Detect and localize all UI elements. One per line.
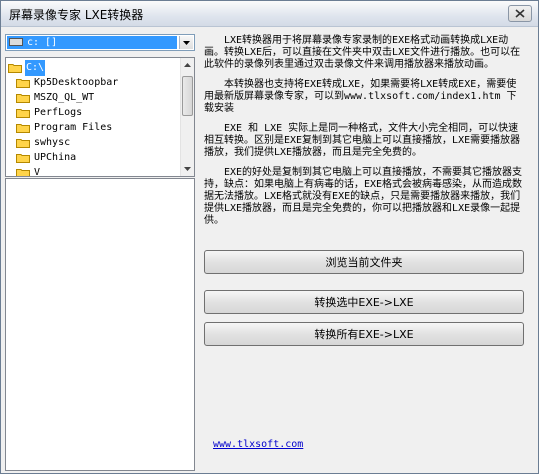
drive-selected: c: [] <box>7 36 177 49</box>
directory-item[interactable]: PerfLogs <box>6 105 181 121</box>
description-panel: LXE转换器用于将屏幕录像专家录制的EXE格式动画转换成LXE动画。转换LXE后… <box>204 35 524 235</box>
scroll-down-button[interactable] <box>181 162 194 176</box>
directory-scrollbar[interactable] <box>180 58 194 176</box>
description-paragraph-4: EXE的好处是复制到其它电脑上可以直接播放，不需要其它播放器支持，缺点：如果电脑… <box>204 167 523 226</box>
directory-label: Program Files <box>34 122 113 133</box>
directory-label: Kp5Desktoopbar <box>34 77 119 88</box>
directory-item[interactable]: MSZQ_QL_WT <box>6 90 181 106</box>
chevron-up-icon <box>184 63 191 67</box>
directory-item[interactable]: swhysc <box>6 135 181 151</box>
folder-icon <box>16 169 30 176</box>
open-folder-icon <box>8 64 22 73</box>
description-paragraph-2: 本转换器也支持将EXE转成LXE，如果需要将LXE转成EXE，需要使用最新版屏幕… <box>204 79 517 114</box>
directory-item[interactable]: V <box>6 165 181 177</box>
directory-label: V <box>34 167 41 177</box>
directory-item[interactable]: C:\ <box>6 60 181 76</box>
directory-label: PerfLogs <box>34 107 83 118</box>
drive-selector[interactable]: c: [] <box>5 34 195 51</box>
convert-all-button[interactable]: 转换所有EXE->LXE <box>204 322 524 346</box>
folder-icon <box>16 109 30 118</box>
folder-icon <box>16 124 30 133</box>
window-title: 屏幕录像专家 LXE转换器 <box>9 8 144 22</box>
close-button[interactable] <box>508 5 532 22</box>
browse-folder-button[interactable]: 浏览当前文件夹 <box>204 250 524 274</box>
folder-icon <box>16 79 30 88</box>
lxe-converter-window: 屏幕录像专家 LXE转换器 c: [] C:\ Kp5Desktoopbar MSZ… <box>0 0 539 474</box>
scroll-up-button[interactable] <box>181 58 194 72</box>
title-bar[interactable]: 屏幕录像专家 LXE转换器 <box>1 1 538 27</box>
file-list[interactable] <box>5 178 195 471</box>
website-link[interactable]: www.tlxsoft.com <box>213 439 303 450</box>
chevron-down-icon <box>184 167 191 171</box>
convert-selected-button[interactable]: 转换选中EXE->LXE <box>204 290 524 314</box>
folder-icon <box>16 139 30 148</box>
directory-label: C:\ <box>25 60 46 76</box>
drive-icon <box>9 38 23 46</box>
directory-label: UPChina <box>34 152 77 163</box>
directory-item[interactable]: Program Files <box>6 120 181 136</box>
directory-list[interactable]: C:\ Kp5Desktoopbar MSZQ_QL_WT PerfLogs Progr… <box>5 57 195 177</box>
directory-item[interactable]: UPChina <box>6 150 181 166</box>
directory-label: swhysc <box>34 137 71 148</box>
folder-icon <box>16 94 30 103</box>
description-paragraph-3: EXE 和 LXE 实际上是同一种格式，文件大小完全相同，可以快速相互转换。区别… <box>204 123 521 158</box>
close-icon <box>515 9 525 18</box>
directory-item[interactable]: Kp5Desktoopbar <box>6 75 181 91</box>
directory-label: MSZQ_QL_WT <box>34 92 95 103</box>
drive-dropdown-button[interactable] <box>179 36 193 49</box>
description-paragraph-1: LXE转换器用于将屏幕录像专家录制的EXE格式动画转换成LXE动画。转换LXE后… <box>204 35 521 70</box>
scroll-thumb[interactable] <box>182 76 193 116</box>
folder-icon <box>16 154 30 163</box>
chevron-down-icon <box>183 40 190 45</box>
drive-label: c: [] <box>27 37 58 48</box>
